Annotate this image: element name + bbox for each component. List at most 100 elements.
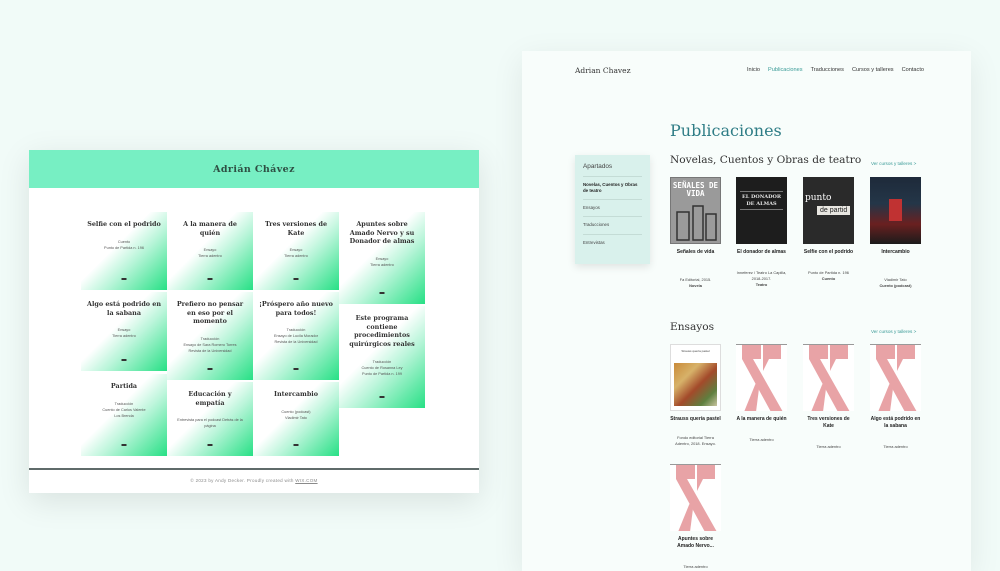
section-link-ensayos[interactable]: Ver cursos y talleres >: [871, 329, 916, 334]
left-site-mockup: Adrián Chávez Selfie con el podrido Cuen…: [29, 150, 479, 493]
tile-subtitle: Cuento Punto de Partida n. 196: [104, 239, 144, 250]
book-donador[interactable]: EL DONADOR DE ALMAS El donador de almas …: [736, 177, 787, 288]
tile-title: Este programa contiene procedimientos qu…: [349, 314, 415, 348]
tile-subtitle: Cuento (podcast) Vladimir Tato: [281, 409, 311, 420]
nav-contacto[interactable]: Contacto: [902, 67, 924, 73]
tile-marker: [207, 278, 213, 280]
tile-manera[interactable]: A la manera de quién Ensayo Tierra adentr…: [167, 212, 253, 290]
book-senales[interactable]: SEÑALES DE VIDA Señales de vida Fa Edito…: [670, 177, 721, 289]
book-meta: Tierra adentro: [683, 564, 708, 569]
nav-traducciones[interactable]: Traducciones: [811, 67, 844, 73]
book-title: Apuntes sobre Amado Nervo...: [677, 536, 714, 549]
tile-marker: [293, 444, 299, 446]
sections-sidebar: Apartados Novelas, Cuentos y Obras de te…: [575, 155, 650, 264]
cover-text: punto: [805, 193, 832, 203]
cover-badge: de partid: [817, 206, 851, 215]
tile-apuntes[interactable]: Apuntes sobre Amado Nervo y su Donador d…: [339, 212, 425, 304]
book-strauss[interactable]: Strauss quería pastel Strauss quería pas…: [670, 344, 721, 447]
tile-kate[interactable]: Tres versiones de Kate Ensayo Tierra aden…: [253, 212, 339, 290]
tile-marker: [379, 396, 385, 398]
tile-title: A la manera de quién: [183, 220, 237, 237]
tile-intercambio[interactable]: Intercambio Cuento (podcast) Vladimir Tat…: [253, 382, 339, 456]
tile-title: ¡Próspero año nuevo para todos!: [259, 300, 333, 317]
book-cover: [670, 464, 721, 531]
cover-text: EL DONADOR DE ALMAS: [740, 191, 783, 210]
page-title: Publicaciones: [670, 121, 782, 140]
placeholder-ribbon-icon: [876, 345, 917, 411]
tile-prospero[interactable]: ¡Próspero año nuevo para todos! Traducci…: [253, 292, 339, 380]
book-sabana[interactable]: Algo está podrido en la sabana Tierra ad…: [870, 344, 921, 450]
sidebar-item-entrevistas[interactable]: Entrevistas: [583, 235, 642, 251]
book-title: Señales de vida: [676, 249, 715, 255]
placeholder-ribbon-icon: [676, 465, 717, 531]
section-title-novelas: Novelas, Cuentos y Obras de teatro: [670, 154, 862, 166]
book-cover: [870, 177, 921, 244]
tile-marker: [207, 444, 213, 446]
sidebar-item-ensayos[interactable]: Ensayos: [583, 200, 642, 218]
tile-prefiero[interactable]: Prefiero no pensar en eso por el momento…: [167, 292, 253, 380]
tile-title: Apuntes sobre Amado Nervo y su Donador d…: [349, 220, 415, 246]
tile-title: Educación y empatía: [188, 390, 232, 407]
left-site-header: Adrián Chávez: [29, 150, 479, 188]
wix-link[interactable]: WIX.COM: [295, 478, 317, 483]
sidebar-item-traducciones[interactable]: Traducciones: [583, 217, 642, 235]
tile-marker: [121, 444, 127, 446]
left-footer: © 2023 by Andy Decker. Proudly created w…: [190, 478, 318, 483]
tile-marker: [121, 278, 127, 280]
book-title: El donador de almas: [737, 249, 786, 255]
book-title: Algo está podrido en la sabana: [870, 416, 921, 429]
left-site-title[interactable]: Adrián Chávez: [213, 164, 295, 175]
tile-subtitle: Ensayo Tierra adentro: [198, 248, 222, 259]
book-meta: Tierra adentro: [883, 444, 908, 449]
book-cover: SEÑALES DE VIDA: [670, 177, 721, 244]
book-meta: Fondo editorial Tierra Adentro, 2018. En…: [675, 435, 716, 446]
book-cover: [803, 344, 854, 411]
footer-divider: [29, 468, 479, 470]
tile-subtitle: Ensayo Tierra adentro: [112, 328, 136, 339]
tile-subtitle: Traducción Ensayo de Lucila Morador Revist…: [273, 328, 319, 345]
tile-title: Partida: [110, 382, 138, 390]
brand-logo[interactable]: Adrian Chavez: [575, 66, 631, 75]
book-meta: Vladimir Tato Cuento (podcast): [879, 277, 912, 288]
section-title-ensayos: Ensayos: [670, 321, 715, 333]
placeholder-ribbon-icon: [742, 345, 783, 411]
cover-text: Strauss quería pastel: [681, 349, 710, 353]
tile-marker: [293, 368, 299, 370]
book-title: Selfie con el podrido: [803, 249, 854, 255]
tile-subtitle: Traducción Ensayo de Sara Romero Torres Re…: [183, 336, 237, 354]
book-manera[interactable]: A la manera de quién Tierra adentro: [736, 344, 787, 443]
book-cover: EL DONADOR DE ALMAS: [736, 177, 787, 244]
tile-title: Tres versiones de Kate: [264, 220, 328, 237]
book-meta: Inneferez / Teatro La Capilla, 2018-2017…: [736, 270, 787, 287]
tile-partida[interactable]: Partida Traducción Cuento de Carlos Valen…: [81, 374, 167, 456]
tile-educacion[interactable]: Educación y empatía Entrevista para el p…: [167, 382, 253, 456]
book-title: Tres versiones de Kate: [807, 416, 850, 429]
book-title: A la manera de quién: [736, 416, 787, 422]
tile-title: Algo está podrido en la sabana: [87, 300, 161, 317]
sidebar-heading: Apartados: [583, 163, 642, 177]
tile-title: Intercambio: [274, 390, 318, 398]
cover-figures-icon: [676, 205, 717, 241]
right-site-mockup: Adrian Chavez Inicio Publicaciones Tradu…: [522, 51, 971, 571]
book-kate[interactable]: Tres versiones de Kate Tierra adentro: [803, 344, 854, 450]
main-nav: Inicio Publicaciones Traducciones Cursos…: [747, 67, 924, 73]
tile-programa[interactable]: Este programa contiene procedimientos qu…: [339, 306, 425, 408]
tile-marker: [121, 359, 127, 361]
sidebar-item-novelas[interactable]: Novelas, Cuentos y Obras de teatro: [583, 177, 642, 201]
nav-inicio[interactable]: Inicio: [747, 67, 760, 73]
cover-illustration: [674, 363, 717, 406]
tile-subtitle: Traducción Cuento de Carlos Valente Los Br…: [102, 401, 146, 418]
section-link-novelas[interactable]: Ver cursos y talleres >: [871, 161, 916, 166]
book-cover: [870, 344, 921, 411]
book-intercambio[interactable]: Intercambio Vladimir Tato Cuento (podcast…: [870, 177, 921, 289]
tile-marker: [207, 368, 213, 370]
book-apuntes[interactable]: Apuntes sobre Amado Nervo... Tierra aden…: [670, 464, 721, 570]
book-meta: Fa Editorial, 2015. Novela: [679, 277, 712, 288]
tile-marker: [293, 278, 299, 280]
tile-sabana[interactable]: Algo está podrido en la sabana Ensayo Tie…: [81, 292, 167, 371]
nav-publicaciones[interactable]: Publicaciones: [768, 67, 803, 73]
tile-subtitle: Entrevista para el podcast Detrás de la p…: [177, 418, 243, 429]
book-selfie[interactable]: punto de partid Selfie con el podrido Pu…: [803, 177, 854, 282]
nav-cursos[interactable]: Cursos y talleres: [852, 67, 894, 73]
tile-selfie[interactable]: Selfie con el podrido Cuento Punto de Par…: [81, 212, 167, 290]
